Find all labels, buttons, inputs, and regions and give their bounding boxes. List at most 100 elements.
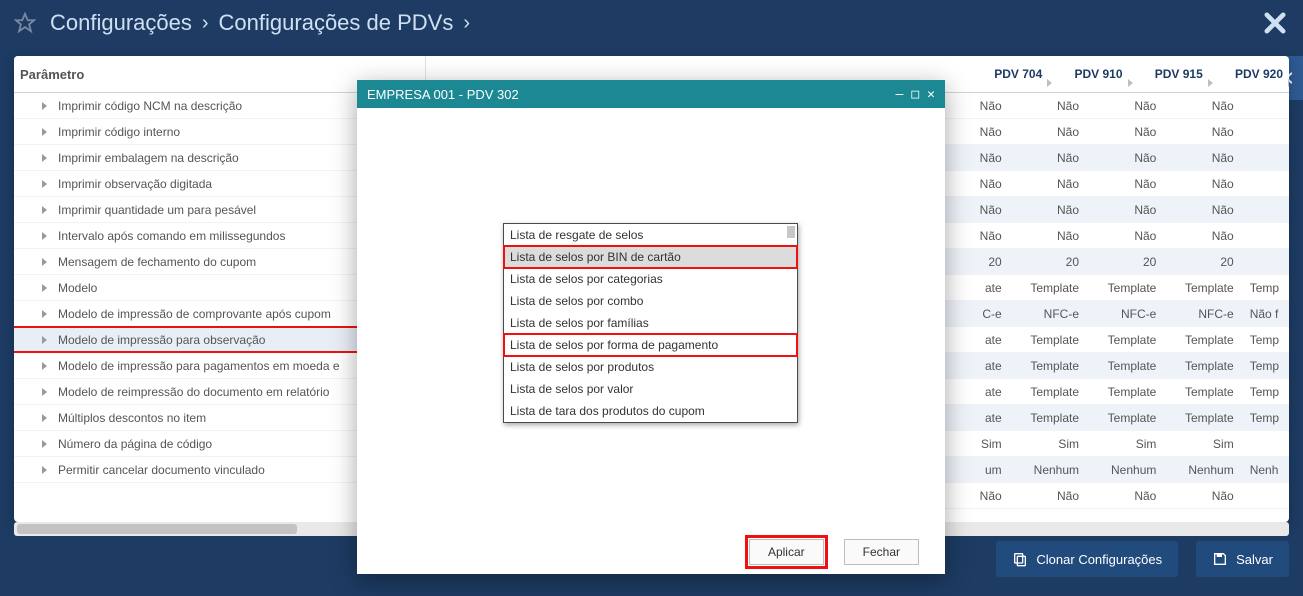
table-cell: ate xyxy=(968,411,1012,425)
table-cell: NFC-e xyxy=(1012,307,1089,321)
table-cell: Template xyxy=(1166,411,1243,425)
expander-icon[interactable] xyxy=(42,310,47,318)
table-cell: Temp xyxy=(1244,385,1289,399)
apply-button[interactable]: Aplicar xyxy=(749,539,824,565)
table-cell: ate xyxy=(968,333,1012,347)
dropdown-option[interactable]: Lista de tara dos produtos do cupom xyxy=(504,400,797,422)
maximize-icon[interactable]: □ xyxy=(911,88,919,101)
table-cell: Não xyxy=(1012,229,1089,243)
table-cell: NFC-e xyxy=(1089,307,1166,321)
table-cell: C-e xyxy=(968,307,1012,321)
table-cell: Nenh xyxy=(1244,463,1289,477)
pdv-column-header[interactable]: PDV 704 xyxy=(968,67,1048,81)
table-cell: Não xyxy=(1166,229,1243,243)
table-cell: Não xyxy=(1166,125,1243,139)
close-button[interactable]: Fechar xyxy=(844,539,919,565)
dropdown-option[interactable]: Lista de selos por BIN de cartão xyxy=(504,246,797,268)
table-cell: Não xyxy=(968,203,1012,217)
table-cell: Temp xyxy=(1244,411,1289,425)
table-cell: Não xyxy=(1089,229,1166,243)
expander-icon[interactable] xyxy=(42,388,47,396)
table-cell: Sim xyxy=(1166,437,1243,451)
minimize-icon[interactable]: — xyxy=(896,88,904,101)
table-cell: Sim xyxy=(1012,437,1089,451)
breadcrumb-level-2[interactable]: Configurações de PDVs xyxy=(219,10,454,36)
expander-icon[interactable] xyxy=(42,258,47,266)
table-cell: Template xyxy=(1166,359,1243,373)
table-cell: Template xyxy=(1012,333,1089,347)
table-cell: Não xyxy=(1089,99,1166,113)
expander-icon[interactable] xyxy=(42,414,47,422)
table-cell: Não xyxy=(1166,203,1243,217)
table-cell: Não xyxy=(1089,151,1166,165)
table-cell: Não xyxy=(1012,99,1089,113)
chevron-right-icon: › xyxy=(463,12,470,35)
table-cell: Template xyxy=(1166,333,1243,347)
pdv-config-modal: EMPRESA 001 - PDV 302 — □ ✕ Lista de res… xyxy=(357,80,945,574)
table-cell: Não xyxy=(968,99,1012,113)
table-cell: Template xyxy=(1166,385,1243,399)
expander-icon[interactable] xyxy=(42,154,47,162)
dropdown-option[interactable]: Lista de selos por valor xyxy=(504,378,797,400)
expander-icon[interactable] xyxy=(42,466,47,474)
save-button[interactable]: Salvar xyxy=(1196,541,1289,577)
expander-icon[interactable] xyxy=(42,128,47,136)
table-cell: 20 xyxy=(968,255,1012,269)
table-cell: Template xyxy=(1012,385,1089,399)
table-cell: Não xyxy=(1089,125,1166,139)
template-dropdown-list[interactable]: Lista de resgate de selosLista de selos … xyxy=(503,223,798,423)
table-cell: Template xyxy=(1012,359,1089,373)
breadcrumb-level-1[interactable]: Configurações xyxy=(50,10,192,36)
table-cell: Temp xyxy=(1244,333,1289,347)
table-cell: 20 xyxy=(1166,255,1243,269)
close-modal-icon[interactable]: ✕ xyxy=(927,88,935,101)
expander-icon[interactable] xyxy=(42,180,47,188)
expander-icon[interactable] xyxy=(42,206,47,214)
table-cell: Nenhum xyxy=(1012,463,1089,477)
expander-icon[interactable] xyxy=(42,440,47,448)
table-cell: Não xyxy=(1012,177,1089,191)
expander-icon[interactable] xyxy=(42,232,47,240)
table-cell: Não xyxy=(968,229,1012,243)
table-cell: Template xyxy=(1166,281,1243,295)
table-cell: NFC-e xyxy=(1166,307,1243,321)
table-cell: Não f xyxy=(1244,307,1289,321)
table-cell: ate xyxy=(968,359,1012,373)
table-cell: ate xyxy=(968,385,1012,399)
table-cell: Template xyxy=(1012,281,1089,295)
expander-icon[interactable] xyxy=(42,362,47,370)
table-cell: Nenhum xyxy=(1166,463,1243,477)
table-cell: Não xyxy=(968,151,1012,165)
save-label: Salvar xyxy=(1236,552,1273,567)
table-cell: Não xyxy=(1089,489,1166,503)
expander-icon[interactable] xyxy=(42,336,47,344)
table-cell: 20 xyxy=(1012,255,1089,269)
dropdown-option[interactable]: Lista de selos por forma de pagamento xyxy=(504,334,797,356)
dropdown-option[interactable]: Lista de selos por produtos xyxy=(504,356,797,378)
clone-config-button[interactable]: Clonar Configurações xyxy=(996,541,1178,577)
expander-icon[interactable] xyxy=(42,102,47,110)
table-cell: Não xyxy=(968,489,1012,503)
dropdown-option[interactable]: Lista de selos por combo xyxy=(504,290,797,312)
pdv-column-header[interactable]: PDV 915 xyxy=(1129,67,1209,81)
table-cell: Não xyxy=(1012,125,1089,139)
table-cell: Template xyxy=(1089,385,1166,399)
chevron-right-icon xyxy=(1288,79,1289,87)
table-cell: Não xyxy=(1166,99,1243,113)
table-cell: Não xyxy=(1166,489,1243,503)
expander-icon[interactable] xyxy=(42,284,47,292)
pdv-column-header[interactable]: PDV 910 xyxy=(1048,67,1128,81)
dropdown-option[interactable]: Lista de resgate de selos xyxy=(504,224,797,246)
table-cell: Não xyxy=(1089,203,1166,217)
dropdown-option[interactable]: Lista de selos por famílias xyxy=(504,312,797,334)
table-cell: Não xyxy=(968,177,1012,191)
favorite-star-icon[interactable] xyxy=(14,12,36,34)
table-cell: Não xyxy=(1012,203,1089,217)
dropdown-option[interactable]: Lista de selos por categorias xyxy=(504,268,797,290)
table-cell: Não xyxy=(1166,151,1243,165)
table-cell: Template xyxy=(1012,411,1089,425)
table-cell: Não xyxy=(1166,177,1243,191)
close-icon[interactable] xyxy=(1261,9,1289,37)
pdv-column-header[interactable]: PDV 920 xyxy=(1209,67,1289,81)
table-cell: Não xyxy=(1012,151,1089,165)
